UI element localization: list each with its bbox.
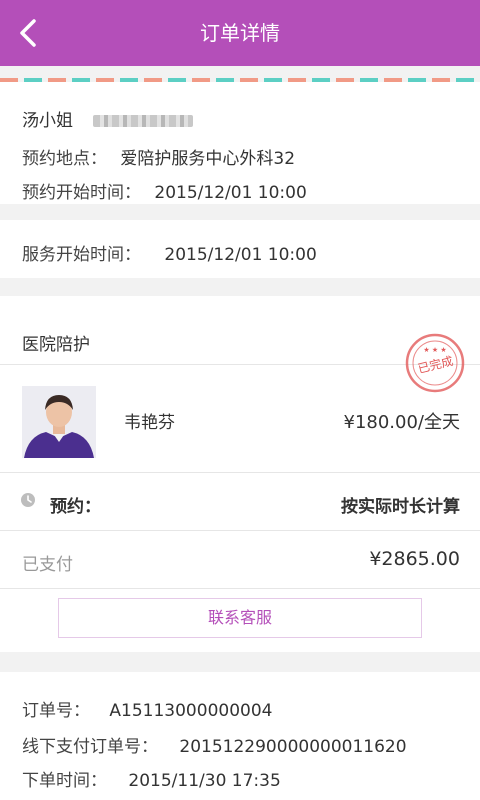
service-start-value: 2015/12/01 10:00 (164, 245, 317, 265)
clock-icon (21, 493, 35, 507)
nurse-name: 韦艳芬 (124, 413, 175, 433)
page-title: 订单详情 (200, 21, 280, 45)
order-number-row: 订单号： A15113000000004 (22, 696, 272, 721)
start-time-row: 预约开始时间： 2015/12/01 10:00 (22, 178, 307, 203)
order-time-value: 2015/11/30 17:35 (128, 771, 281, 791)
paid-label: 已支付 (22, 555, 73, 575)
location-value: 爱陪护服务中心外科32 (120, 149, 296, 169)
start-time-label: 预约开始时间： (22, 183, 141, 203)
order-number-value: A15113000000004 (109, 701, 273, 721)
order-time-label: 下单时间： (22, 771, 107, 791)
customer-info-card: 汤小姐 预约地点： 爱陪护服务中心外科32 预约开始时间： 2015/12/01… (0, 82, 480, 204)
service-start-card: 服务开始时间： 2015/12/01 10:00 (0, 220, 480, 278)
masked-phone-number (93, 115, 193, 127)
order-time-row: 下单时间： 2015/11/30 17:35 (22, 766, 281, 791)
location-label: 预约地点： (22, 149, 107, 169)
booking-value: 按实际时长计算 (341, 497, 460, 517)
app-header: 订单详情 (0, 0, 480, 66)
completed-stamp-icon: ★ ★ ★ 已完成 (405, 333, 465, 393)
order-info-card: 订单号： A15113000000004 线下支付订单号： 2015122900… (0, 672, 480, 800)
offline-order-row: 线下支付订单号： 201512290000000011620 (22, 732, 407, 757)
divider (0, 530, 480, 531)
nurse-avatar (22, 386, 96, 458)
service-start-row: 服务开始时间： 2015/12/01 10:00 (22, 240, 317, 265)
service-start-label: 服务开始时间： (22, 245, 141, 265)
booking-label: 预约： (50, 497, 101, 517)
location-row: 预约地点： 爱陪护服务中心外科32 (22, 144, 295, 169)
contact-service-button[interactable]: 联系客服 (58, 598, 422, 638)
offline-order-label: 线下支付订单号： (22, 737, 158, 757)
divider (0, 472, 480, 473)
offline-order-value: 201512290000000011620 (179, 737, 407, 757)
divider (0, 588, 480, 589)
nurse-price: ¥180.00/全天 (343, 412, 461, 433)
paid-amount: ¥2865.00 (369, 548, 460, 570)
customer-name-row: 汤小姐 (22, 106, 193, 131)
customer-name: 汤小姐 (22, 111, 73, 131)
care-section-title: 医院陪护 (22, 335, 90, 355)
start-time-value: 2015/12/01 10:00 (154, 183, 307, 203)
stamp-text: 已完成 (416, 353, 455, 376)
order-number-label: 订单号： (22, 701, 90, 721)
svg-text:★ ★ ★: ★ ★ ★ (423, 346, 446, 354)
